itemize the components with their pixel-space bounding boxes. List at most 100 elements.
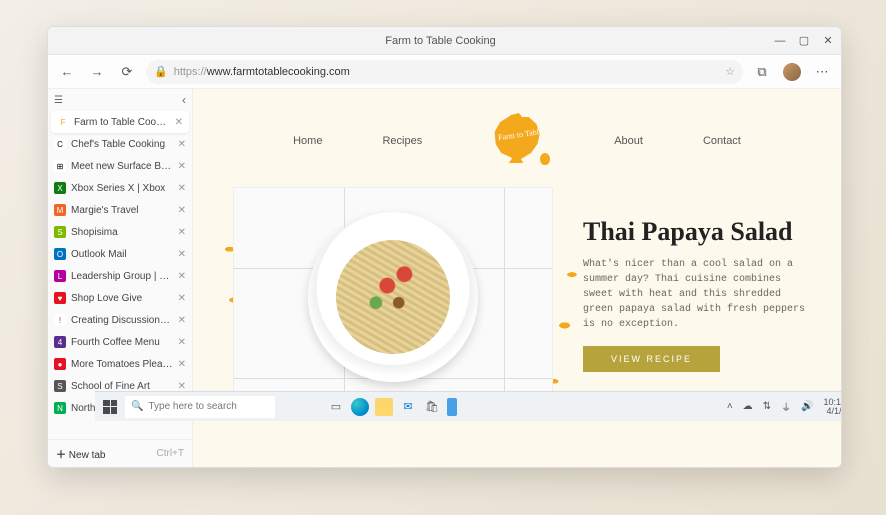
tray-cloud-icon[interactable]: ☁ — [743, 401, 753, 412]
tab-close-icon[interactable]: ✕ — [178, 249, 186, 260]
tray-chevron-icon[interactable]: ˄ — [727, 401, 733, 412]
new-tab-shortcut: Ctrl+T — [157, 448, 185, 459]
tab-close-icon[interactable]: ✕ — [178, 161, 186, 172]
tab-item[interactable]: O Outlook Mail ✕ — [48, 243, 192, 265]
tab-item[interactable]: ● More Tomatoes Please ✕ — [48, 353, 192, 375]
tile-background — [233, 187, 553, 407]
tab-favicon: ! — [54, 314, 66, 326]
tab-close-icon[interactable]: ✕ — [178, 227, 186, 238]
window-title: Farm to Table Cooking — [108, 35, 773, 47]
tab-favicon: ● — [54, 358, 66, 370]
recipe-title: Thai Papaya Salad — [583, 217, 813, 247]
tab-item[interactable]: X Xbox Series X | Xbox ✕ — [48, 177, 192, 199]
taskbar: 🔍 Type here to search ▭ ✉ 🛍 ˄ ☁ ⇅ ⏚ 🔊 10… — [95, 391, 842, 421]
recipe-description: What's nicer than a cool salad on a summ… — [583, 257, 813, 332]
mail-icon[interactable]: ✉ — [399, 398, 417, 416]
tab-item[interactable]: 4Fourth Coffee Menu✕ — [48, 331, 192, 353]
tab-close-icon[interactable]: ✕ — [178, 271, 186, 282]
tray-wifi-icon[interactable]: ⏚ — [781, 399, 791, 414]
tab-item[interactable]: ♥Shop Love Give✕ — [48, 287, 192, 309]
tab-close-icon[interactable]: ✕ — [178, 139, 186, 150]
profile-avatar[interactable] — [783, 63, 801, 81]
tab-close-icon[interactable]: ✕ — [178, 315, 186, 326]
titlebar: Farm to Table Cooking — ▢ ✕ — [48, 27, 841, 55]
task-view-icon[interactable]: ▭ — [327, 398, 345, 416]
tab-close-icon[interactable]: ✕ — [178, 205, 186, 216]
new-tab-button[interactable]: ＋ New tab Ctrl+T — [48, 439, 192, 467]
tab-favicon: X — [54, 182, 66, 194]
search-icon: 🔍 — [131, 401, 143, 412]
tab-label: Chef's Table Cooking — [71, 139, 173, 150]
refresh-button[interactable]: ⟳ — [116, 61, 138, 83]
minimize-button[interactable]: — — [773, 34, 787, 48]
tab-label: Leadership Group | Microsoft — [71, 271, 173, 282]
tab-close-icon[interactable]: ✕ — [178, 359, 186, 370]
nav-about[interactable]: About — [614, 135, 643, 147]
tab-label: More Tomatoes Please — [71, 359, 173, 370]
chicken-icon — [490, 113, 545, 163]
tab-label: Meet new Surface Book 3or 15.5" — [71, 161, 173, 172]
browser-window: Farm to Table Cooking — ▢ ✕ ← → ⟳ 🔒 http… — [47, 26, 842, 468]
lock-icon: 🔒 — [154, 65, 168, 78]
search-placeholder: Type here to search — [148, 401, 236, 412]
plate — [308, 212, 478, 382]
hero-image — [233, 187, 553, 407]
tab-label: School of Fine Art — [71, 381, 173, 392]
tab-close-icon[interactable]: ✕ — [178, 337, 186, 348]
tab-label: Outlook Mail — [71, 249, 173, 260]
tab-favicon: F — [57, 116, 69, 128]
store-icon[interactable]: 🛍 — [423, 398, 441, 416]
maximize-button[interactable]: ▢ — [797, 34, 811, 48]
clock-date: 4/1/2021 — [824, 407, 842, 416]
edge-icon[interactable] — [351, 398, 369, 416]
tray-volume-icon[interactable]: 🔊 — [801, 401, 813, 412]
nav-contact[interactable]: Contact — [703, 135, 741, 147]
tab-label: Shop Love Give — [71, 293, 173, 304]
tab-label: Xbox Series X | Xbox — [71, 183, 173, 194]
collapse-tabs-icon[interactable]: ‹ — [182, 93, 186, 107]
forward-button[interactable]: → — [86, 61, 108, 83]
site-logo[interactable] — [482, 113, 554, 169]
browser-toolbar: ← → ⟳ 🔒 https://www.farmtotablecooking.c… — [48, 55, 841, 89]
collections-icon[interactable]: ⧉ — [751, 61, 773, 83]
view-recipe-button[interactable]: VIEW RECIPE — [583, 346, 720, 372]
tab-close-icon[interactable]: ✕ — [178, 381, 186, 392]
reading-mode-icon[interactable]: ☆ — [725, 65, 735, 78]
tab-favicon: S — [54, 226, 66, 238]
address-bar[interactable]: 🔒 https://www.farmtotablecooking.com ☆ — [146, 60, 743, 84]
tab-item[interactable]: ⊞ Meet new Surface Book 3or 15.5" ✕ — [48, 155, 192, 177]
tab-label: Shopisima — [71, 227, 173, 238]
tab-close-icon[interactable]: ✕ — [178, 293, 186, 304]
app-icon-generic[interactable] — [447, 398, 457, 416]
tab-label: Fourth Coffee Menu — [71, 337, 173, 348]
tray-network-icon[interactable]: ⇅ — [763, 401, 771, 412]
tab-favicon: ⊞ — [54, 160, 66, 172]
tab-favicon: O — [54, 248, 66, 260]
nav-home[interactable]: Home — [293, 135, 322, 147]
tab-item[interactable]: F Farm to Table Cooking ✕ — [51, 111, 189, 133]
tab-item[interactable]: CChef's Table Cooking✕ — [48, 133, 192, 155]
tab-label: Farm to Table Cooking — [74, 117, 170, 128]
close-window-button[interactable]: ✕ — [821, 34, 835, 48]
taskbar-clock[interactable]: 10:10 AM 4/1/2021 — [824, 398, 842, 416]
back-button[interactable]: ← — [56, 61, 78, 83]
tab-item[interactable]: LLeadership Group | Microsoft✕ — [48, 265, 192, 287]
url-host: www.farmtotablecooking.com — [207, 66, 350, 78]
tabs-menu-icon[interactable]: ☰ — [54, 95, 63, 106]
file-explorer-icon[interactable] — [375, 398, 393, 416]
more-menu-icon[interactable]: ⋯ — [811, 61, 833, 83]
tab-item[interactable]: S Shopisima ✕ — [48, 221, 192, 243]
egg-icon — [540, 153, 550, 165]
taskbar-search[interactable]: 🔍 Type here to search — [125, 396, 275, 418]
start-button[interactable] — [101, 398, 119, 416]
nav-recipes[interactable]: Recipes — [382, 135, 422, 147]
tab-close-icon[interactable]: ✕ — [175, 117, 183, 128]
tab-item[interactable]: !Creating Discussion Guidelines✕ — [48, 309, 192, 331]
tab-item[interactable]: M Margie's Travel ✕ — [48, 199, 192, 221]
tab-favicon: S — [54, 380, 66, 392]
tab-favicon: M — [54, 204, 66, 216]
tab-close-icon[interactable]: ✕ — [178, 183, 186, 194]
tab-favicon: N — [54, 402, 66, 414]
site-nav: Home Recipes About Contact — [193, 89, 841, 169]
tab-label: Margie's Travel — [71, 205, 173, 216]
